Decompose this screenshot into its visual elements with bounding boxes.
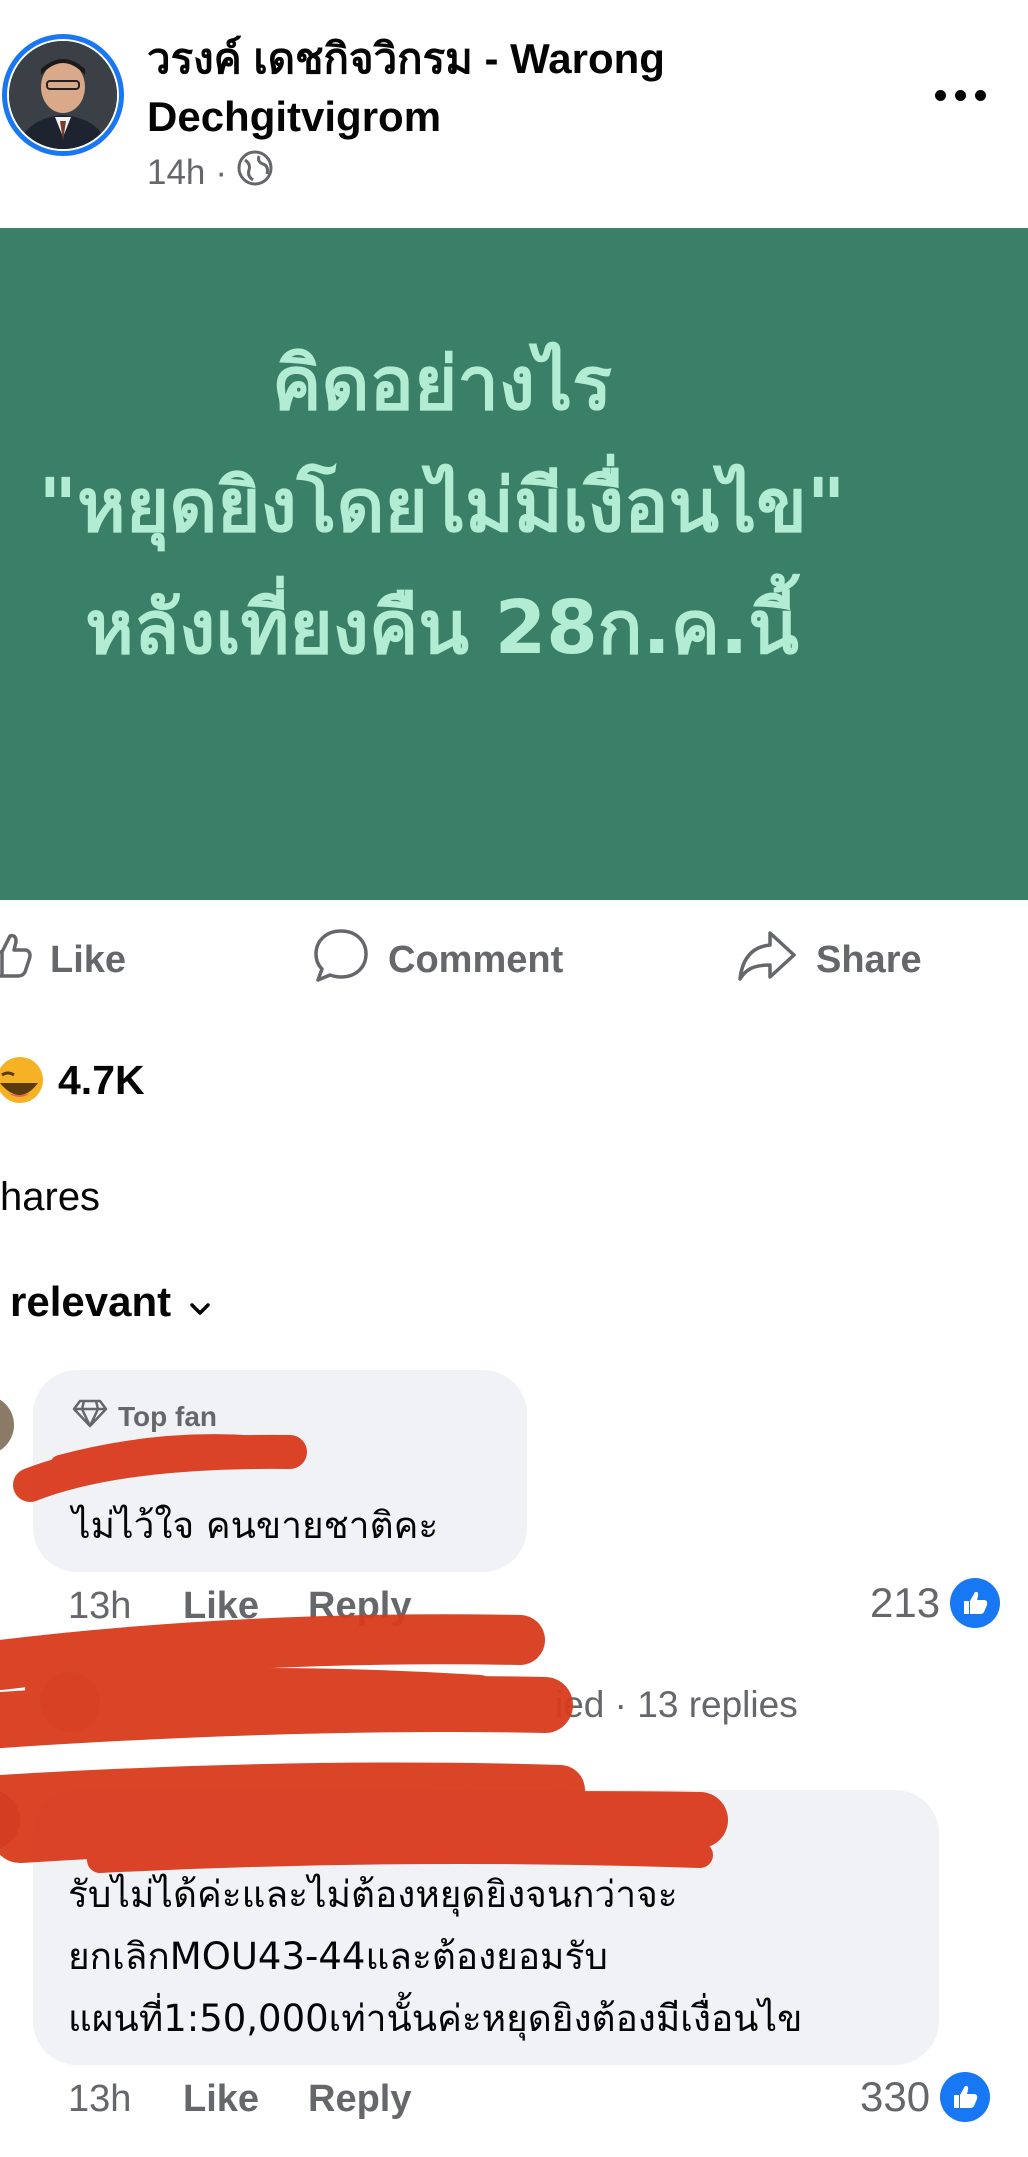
post-action-bar: Like Comment Share (0, 920, 1028, 1000)
comment-time[interactable]: 13h (68, 2078, 183, 2121)
chevron-down-icon (189, 1278, 211, 1326)
like-label: Like (50, 938, 127, 981)
share-arrow-icon (736, 927, 798, 993)
comment-reply-button[interactable]: Reply (308, 2078, 411, 2121)
top-fan-label: Top fan (118, 1400, 218, 1432)
post-header: วรงค์ เดชกิจวิกรม - Warong Dechgitvigrom… (0, 0, 1028, 228)
share-button[interactable]: Share (736, 920, 922, 1000)
commenter-avatar[interactable] (0, 1395, 14, 1455)
post-image[interactable]: คิดอย่างไร "หยุดยิงโดยไม่มีเงื่อนไข" หลั… (0, 228, 1028, 900)
comment-bubble-icon (312, 926, 370, 994)
comment-like-count[interactable]: 213 (870, 1578, 1001, 1628)
comment-like-button[interactable]: Like (183, 2078, 308, 2121)
comment-like-button[interactable]: Like (183, 1585, 308, 1628)
image-text-line-1: คิดอย่างไร (271, 341, 612, 427)
like-badge-icon (950, 1578, 1001, 1628)
reaction-count: 4.7K (58, 1056, 145, 1103)
comment-text-line-1: รับไม่ได้ค่ะและไม่ต้องหยุดยิงจนกว่าจะ (68, 1873, 678, 1916)
post-meta: 14h · (147, 150, 273, 195)
reaction-summary[interactable]: 4.7K (0, 1050, 145, 1110)
meta-separator: · (215, 152, 228, 192)
shares-count[interactable]: hares (0, 1175, 100, 1220)
ellipsis-icon (934, 89, 946, 101)
comment-label: Comment (388, 938, 564, 981)
comment-sort-dropdown[interactable]: relevant (10, 1278, 211, 1326)
like-count-value: 213 (870, 1579, 941, 1626)
post-image-text: คิดอย่างไร "หยุดยิงโดยไม่มีเงื่อนไข" หลั… (0, 323, 884, 689)
image-text-line-2: "หยุดยิงโดยไม่มีเงื่อนไข" (38, 463, 846, 549)
like-count-value: 330 (860, 2073, 931, 2120)
globe-icon (237, 150, 273, 195)
image-text-line-3: หลังเที่ยงคืน 28ก.ค.นี้ (85, 585, 799, 671)
diamond-icon (72, 1398, 108, 1435)
view-replies-link[interactable]: ied · 13 replies (555, 1684, 798, 1726)
haha-reaction-icon (0, 1055, 44, 1105)
post-time[interactable]: 14h (147, 153, 205, 193)
author-avatar[interactable] (9, 41, 117, 149)
comment-button[interactable]: Comment (312, 920, 563, 1000)
like-badge-icon (940, 2072, 991, 2122)
more-options-button[interactable] (920, 70, 1000, 120)
commenter-avatar[interactable] (0, 1790, 20, 1850)
thumbs-up-icon (0, 930, 32, 990)
comment-text: ไม่ไว้ใจ คนขายชาติคะ (72, 1504, 439, 1547)
replies-count: · 13 replies (614, 1684, 798, 1725)
author-name[interactable]: วรงค์ เดชกิจวิกรม - Warong Dechgitvigrom (147, 30, 907, 146)
comment-reply-button[interactable]: Reply (308, 1585, 411, 1628)
comment-like-count[interactable]: 330 (860, 2072, 991, 2122)
comment-time[interactable]: 13h (68, 1585, 183, 1628)
like-button[interactable]: Like (0, 920, 126, 1000)
replies-fragment: ied (555, 1684, 605, 1725)
top-fan-badge: Top fan (72, 1398, 217, 1435)
share-label: Share (816, 938, 922, 981)
comment-text-line-3: แผนที่1:50,000เท่านั้นค่ะหยุดยิงต้องมีเง… (68, 1997, 803, 2040)
comment-text-line-2: ยกเลิกMOU43-44และต้องยอมรับ (68, 1935, 608, 1978)
sort-label: relevant (10, 1278, 172, 1325)
comment-meta: 13h Like Reply (68, 1585, 411, 1628)
comment-meta: 13h Like Reply (68, 2078, 411, 2121)
reply-avatar[interactable] (40, 1672, 100, 1732)
